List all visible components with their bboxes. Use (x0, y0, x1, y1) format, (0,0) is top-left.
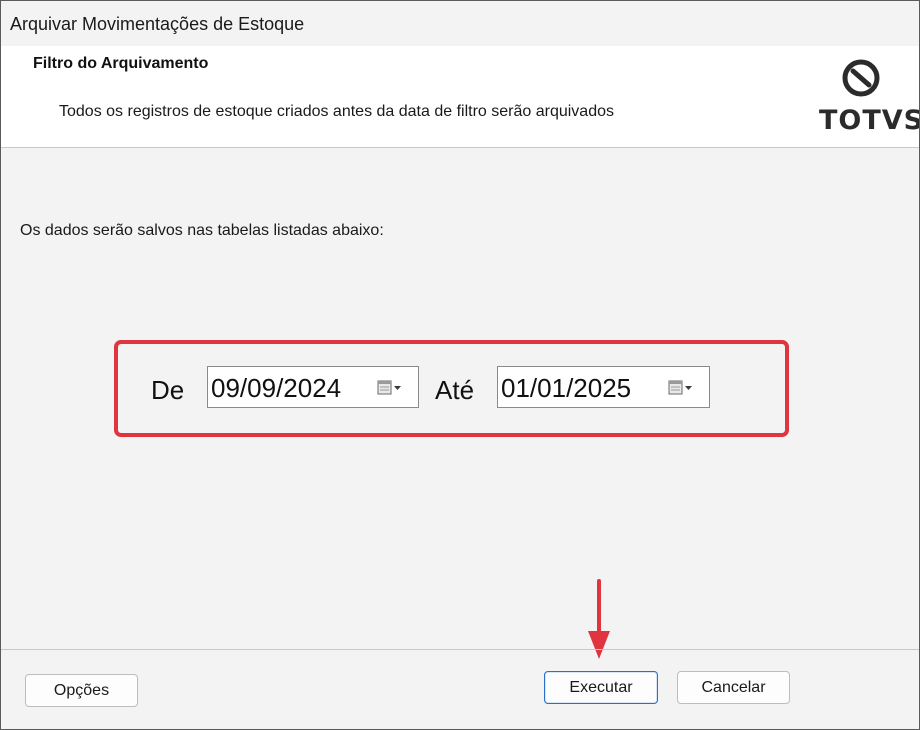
dropdown-arrow-icon (394, 386, 401, 390)
to-date-field[interactable]: 01/01/2025 (497, 366, 710, 408)
header-description: Todos os registros de estoque criados an… (59, 103, 614, 120)
to-date-value: 01/01/2025 (501, 373, 632, 403)
from-date-value: 09/09/2024 (211, 373, 342, 403)
execute-button[interactable]: Executar (544, 671, 658, 704)
totvs-logo-icon (842, 59, 880, 97)
to-label: Até (435, 375, 475, 405)
logo-text: TOTVS (819, 105, 920, 136)
cancel-button[interactable]: Cancelar (677, 671, 790, 704)
from-date-field[interactable]: 09/09/2024 (207, 366, 419, 408)
footer-divider (1, 649, 919, 650)
header-title: Filtro do Arquivamento (33, 55, 209, 72)
title-bar[interactable]: Arquivar Movimentações de Estoque (1, 1, 919, 47)
date-filter-highlight: De 09/09/2024 Até 01/01/2025 (114, 340, 789, 437)
from-label: De (151, 375, 185, 405)
dropdown-arrow-icon (685, 386, 692, 390)
options-button[interactable]: Opções (25, 674, 138, 707)
totvs-logo: TOTVS (819, 58, 919, 136)
info-text: Os dados serão salvos nas tabelas listad… (20, 222, 384, 239)
dialog-window: Arquivar Movimentações de Estoque Filtro… (0, 0, 920, 730)
calendar-icon[interactable] (668, 380, 693, 396)
wizard-header: Filtro do Arquivamento Todos os registro… (1, 46, 919, 148)
window-title: Arquivar Movimentações de Estoque (10, 14, 305, 34)
calendar-icon[interactable] (377, 380, 402, 396)
